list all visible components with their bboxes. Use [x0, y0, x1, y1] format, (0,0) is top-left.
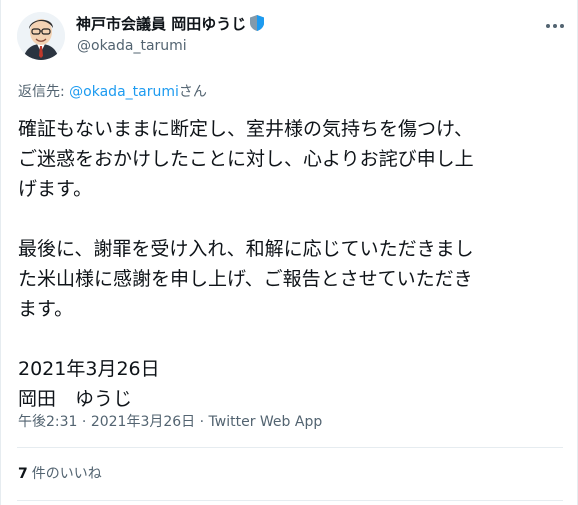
tweet-text-line: 確証もないままに断定し、室井様の気持ちを傷つけ、 [18, 118, 474, 140]
divider [17, 500, 563, 501]
meta-separator: · [195, 414, 209, 430]
tweet-text-line: 2021年3月26日 [18, 358, 160, 380]
tweet-time[interactable]: 午後2:31 [18, 414, 77, 430]
likes-label: 件のいいね [31, 466, 102, 482]
tweet-text-line: げます。 [18, 178, 93, 200]
reply-to-prefix: 返信先: [18, 84, 70, 100]
display-name-row: 神戸市会議員 岡田ゆうじ [76, 13, 265, 33]
tweet-text: 確証もないままに断定し、室井様の気持ちを傷つけ、 ご迷惑をおかけしたことに対し、… [18, 114, 570, 414]
tweet-text-line: ます。 [18, 298, 74, 320]
likes-link[interactable]: 7 件のいいね [18, 463, 102, 483]
tweet-text-line: た米山様に感謝を申し上げ、ご報告とさせていただき [18, 268, 473, 290]
tweet-metadata: 午後2:31 · 2021年3月26日 · Twitter Web App [18, 411, 322, 431]
tweet-text-blank-line [18, 324, 570, 354]
tweet-text-blank-line [18, 204, 570, 234]
reply-to-suffix: さん [178, 84, 207, 100]
author-handle[interactable]: @okada_tarumi [77, 38, 187, 54]
tweet-text-line: 岡田 ゆうじ [18, 388, 133, 410]
tweet-text-line: 最後に、謝罪を受け入れ、和解に応じていただきまし [18, 238, 474, 260]
avatar-caricature-icon [17, 12, 65, 60]
more-options-icon[interactable] [543, 14, 567, 38]
tweet-source[interactable]: Twitter Web App [209, 414, 323, 430]
tweet-card: 神戸市会議員 岡田ゆうじ @okada_tarumi 返信先: @okada_t… [0, 0, 578, 505]
divider [17, 447, 563, 448]
author-display-name[interactable]: 神戸市会議員 岡田ゆうじ [76, 13, 246, 34]
government-shield-icon [249, 14, 265, 32]
meta-separator: · [77, 414, 91, 430]
tweet-date[interactable]: 2021年3月26日 [91, 414, 195, 430]
reply-to-mention[interactable]: @okada_tarumi [69, 84, 179, 100]
author-avatar[interactable] [17, 12, 65, 60]
likes-count: 7 [18, 466, 28, 482]
reply-to-line: 返信先: @okada_tarumiさん [18, 81, 207, 101]
tweet-text-line: ご迷惑をおかけしたことに対し、心よりお詫び申し上 [18, 148, 474, 170]
